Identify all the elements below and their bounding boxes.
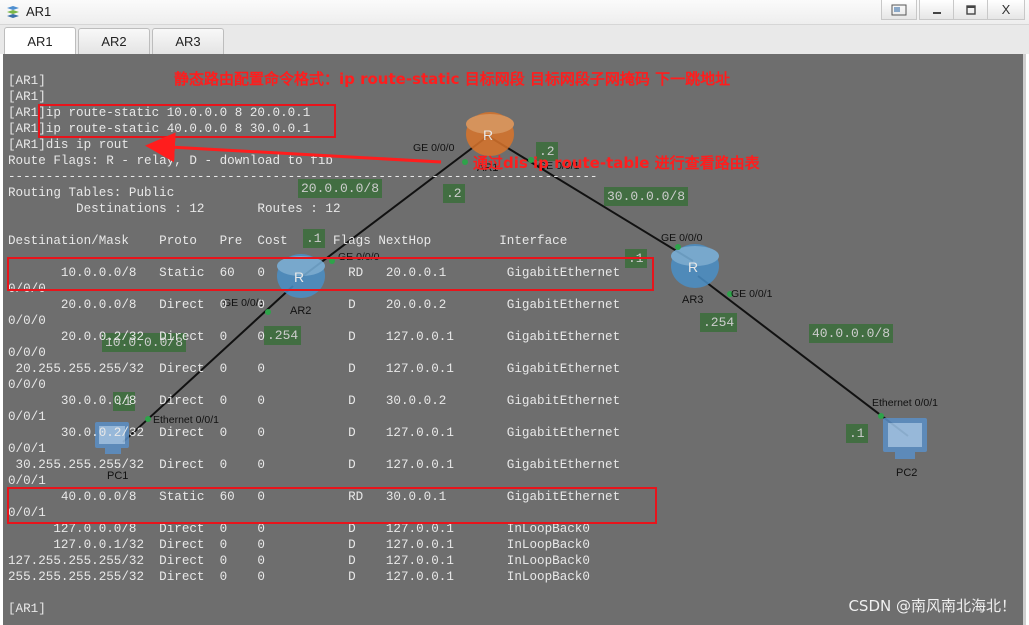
network-label-40: 40.0.0.0/8 — [809, 324, 894, 343]
maximize-icon — [966, 4, 976, 15]
address-label: .254 — [700, 313, 738, 332]
cli-console[interactable]: R R R 20.0.0.0/8 30.0.0.0/8 10.0.0.0/8 4… — [3, 54, 1026, 625]
cli-line: 0/0/0 — [8, 346, 46, 360]
cli-line: [AR1] — [8, 602, 46, 616]
cli-line: [AR1] — [8, 74, 46, 88]
router-ar3-icon — [671, 244, 719, 288]
address-label: .2 — [443, 184, 465, 203]
cli-line: 20.255.255.255/32 Direct 0 0 D 127.0.0.1… — [8, 362, 621, 376]
cli-line: 20.0.0.0/8 Direct 0 0 D 20.0.0.2 Gigabit… — [8, 298, 621, 312]
cli-line: 30.0.0.2/32 Direct 0 0 D 127.0.0.1 Gigab… — [8, 426, 621, 440]
window-titlebar[interactable]: AR1 X — [0, 0, 1029, 25]
tab-ar3[interactable]: AR3 — [152, 28, 224, 54]
device-tab-bar: AR1 AR2 AR3 — [0, 25, 1029, 54]
svg-text:R: R — [483, 127, 493, 143]
port-label: Ethernet 0/0/1 — [872, 397, 938, 409]
address-label: .1 — [846, 424, 868, 443]
annotation-static-route-format: 静态路由配置命令格式：ip route-static 目标网段 目标网段子网掩码… — [174, 70, 731, 88]
ensp-app-icon — [7, 6, 19, 18]
cli-line: 0/0/0 — [8, 378, 46, 392]
cli-line: 30.255.255.255/32 Direct 0 0 D 127.0.0.1… — [8, 458, 621, 472]
close-button[interactable]: X — [987, 0, 1025, 20]
cli-line: Route Flags: R - relay, D - download to … — [8, 154, 333, 168]
device-name-ar3: AR3 — [682, 294, 704, 306]
device-name-pc2: PC2 — [896, 467, 918, 479]
cli-line: 30.0.0.0/8 Direct 0 0 D 30.0.0.2 Gigabit… — [8, 394, 621, 408]
link-ar3-pc2 — [697, 275, 909, 437]
close-icon: X — [1001, 2, 1011, 17]
cli-line: [AR1]dis ip rout — [8, 138, 129, 152]
pc2-icon — [883, 418, 927, 459]
route-10-highlight — [7, 257, 654, 291]
restore-panel-button[interactable] — [881, 0, 917, 20]
tab-ar2[interactable]: AR2 — [78, 28, 150, 54]
svg-text:R: R — [688, 259, 698, 275]
cli-line: 255.255.255.255/32 Direct 0 0 D 127.0.0.… — [8, 570, 590, 584]
cli-line: 0/0/0 — [8, 314, 46, 328]
cli-line: Destination/Mask Proto Pre Cost Flags Ne… — [8, 234, 568, 248]
csdn-watermark: CSDN @南风南北海北！ — [848, 597, 1016, 615]
cli-line: 20.0.0.2/32 Direct 0 0 D 127.0.0.1 Gigab… — [8, 330, 621, 344]
cli-line: 0/0/1 — [8, 410, 46, 424]
port-label: GE 0/0/0 — [661, 232, 703, 244]
tab-ar1[interactable]: AR1 — [4, 27, 76, 54]
port-label: GE 0/0/0 — [413, 142, 455, 154]
annotation-view-route-table: 通过dis ip route-table 进行查看路由表 — [473, 154, 760, 172]
route-40-highlight — [7, 487, 657, 524]
static-route-commands-highlight — [38, 104, 336, 138]
cli-line: 127.0.0.1/32 Direct 0 0 D 127.0.0.1 InLo… — [8, 538, 590, 552]
cli-line: [AR1] — [8, 90, 46, 104]
minimize-icon — [933, 11, 941, 14]
port-label: GE 0/0/1 — [731, 288, 773, 300]
restore-panel-icon — [891, 4, 907, 15]
window-title: AR1 — [26, 4, 52, 19]
cli-line: 0/0/1 — [8, 442, 46, 456]
cli-line: Destinations : 12 Routes : 12 — [8, 202, 341, 216]
cli-line: 127.255.255.255/32 Direct 0 0 D 127.0.0.… — [8, 554, 590, 568]
maximize-button[interactable] — [953, 0, 989, 20]
minimize-button[interactable] — [919, 0, 955, 20]
cli-line: Routing Tables: Public — [8, 186, 175, 200]
network-label-30: 30.0.0.0/8 — [604, 187, 689, 206]
router-ar1-icon — [466, 112, 514, 156]
